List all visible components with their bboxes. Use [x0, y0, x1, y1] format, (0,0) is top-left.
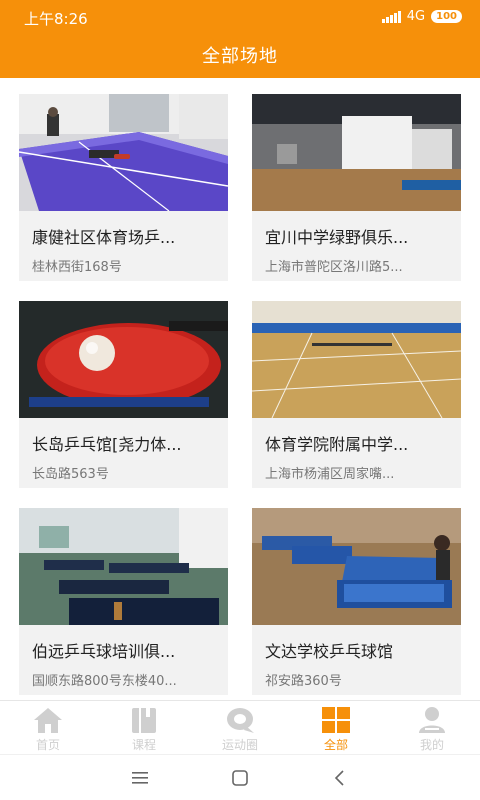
venue-card[interactable]: 宜川中学绿野俱乐... 上海市普陀区洛川路5...: [252, 94, 461, 281]
venue-address: 国顺东路800号东楼40...: [32, 674, 177, 689]
venue-address: 上海市普陀区洛川路5...: [265, 260, 403, 275]
venue-card[interactable]: 体育学院附属中学... 上海市杨浦区周家嘴...: [252, 301, 461, 488]
venue-photo[interactable]: [19, 508, 228, 625]
venue-name: 文达学校乒乓球馆: [265, 642, 394, 661]
signal-icon: [381, 10, 401, 23]
chat-icon: [224, 706, 256, 734]
page-title: 全部场地: [202, 46, 278, 67]
venue-card[interactable]: 文达学校乒乓球馆 祁安路360号: [252, 508, 461, 695]
status-bar: 上午8:26 4G 100: [0, 0, 480, 34]
venue-photo[interactable]: [252, 301, 461, 418]
system-nav-bar: [0, 754, 480, 800]
home-icon: [32, 706, 64, 734]
venue-address: 长岛路563号: [32, 467, 109, 482]
network-type: 4G: [406, 9, 426, 24]
venue-card[interactable]: 康健社区体育场乒... 桂林西街168号: [19, 94, 228, 281]
tab-label: 全部: [323, 738, 348, 752]
tab-circle[interactable]: 运动圈: [192, 701, 288, 755]
venue-address: 上海市杨浦区周家嘴...: [265, 467, 395, 482]
tab-label: 我的: [419, 738, 444, 752]
bottom-tab-bar: 首页 课程 运动圈 全部 我的: [0, 700, 480, 754]
venue-photo[interactable]: [19, 301, 228, 418]
venue-address: 祁安路360号: [265, 674, 342, 689]
status-indicators: 4G 100: [381, 9, 462, 24]
venue-name: 长岛乒乓馆[尧力体...: [32, 435, 182, 454]
tab-home[interactable]: 首页: [0, 701, 96, 755]
venue-grid[interactable]: 康健社区体育场乒... 桂林西街168号 宜川中学绿野俱乐... 上海市普陀区洛…: [0, 78, 480, 700]
venue-photo[interactable]: [252, 94, 461, 211]
venue-card[interactable]: 伯远乒乓球培训俱... 国顺东路800号东楼40...: [19, 508, 228, 695]
venue-name: 伯远乒乓球培训俱...: [32, 642, 176, 661]
tab-course[interactable]: 课程: [96, 701, 192, 755]
status-time: 上午8:26: [24, 10, 88, 28]
tab-mine[interactable]: 我的: [384, 701, 480, 755]
venue-name: 宜川中学绿野俱乐...: [265, 228, 409, 247]
grid-icon: [320, 706, 352, 734]
venue-name: 康健社区体育场乒...: [32, 228, 176, 247]
venue-address: 桂林西街168号: [32, 260, 122, 275]
battery-icon: 100: [431, 10, 462, 23]
venue-card[interactable]: 长岛乒乓馆[尧力体... 长岛路563号: [19, 301, 228, 488]
tab-label: 课程: [131, 738, 156, 752]
user-icon: [416, 706, 448, 734]
tab-all[interactable]: 全部: [288, 701, 384, 755]
home-square-icon[interactable]: [229, 767, 251, 789]
venue-photo[interactable]: [19, 94, 228, 211]
venue-name: 体育学院附属中学...: [265, 435, 409, 454]
back-icon[interactable]: [329, 767, 351, 789]
venue-photo[interactable]: [252, 508, 461, 625]
menu-icon[interactable]: [129, 767, 151, 789]
tab-label: 运动圈: [221, 738, 258, 752]
tab-label: 首页: [35, 738, 60, 752]
book-icon: [128, 706, 160, 734]
app-header: 全部场地: [0, 34, 480, 78]
